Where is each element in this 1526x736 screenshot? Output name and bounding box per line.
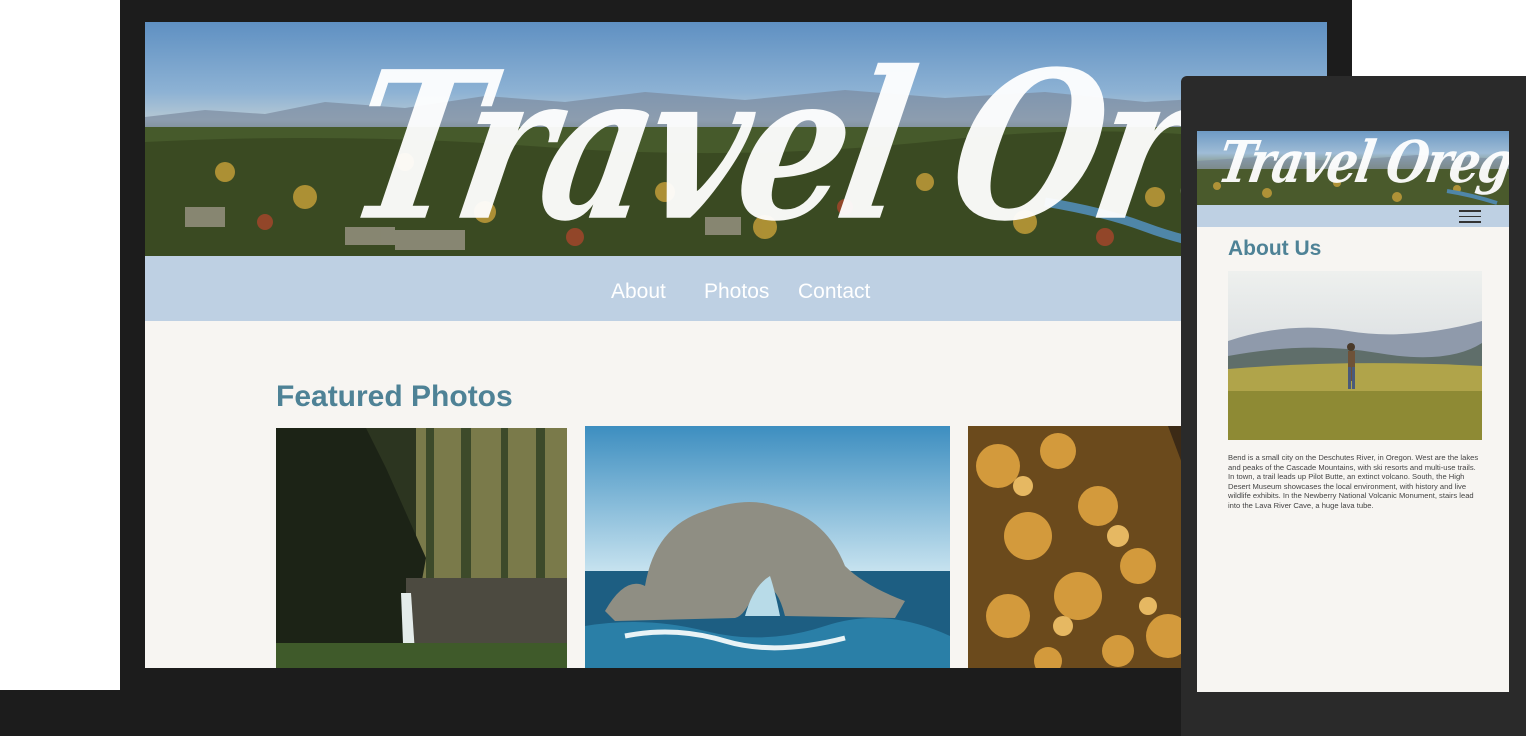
mobile-navigation <box>1197 205 1509 227</box>
featured-photos-heading: Featured Photos <box>276 380 513 413</box>
hamburger-menu-icon[interactable] <box>1459 210 1481 223</box>
about-us-description: Bend is a small city on the Deschutes Ri… <box>1228 453 1479 510</box>
desktop-screen: About Photos Contact Travel Oregon Featu… <box>145 22 1327 668</box>
mobile-hero-banner: Travel Oregon <box>1197 131 1509 205</box>
mobile-screen: Travel Oregon About Us Bend is a small c… <box>1197 131 1509 692</box>
nav-link-contact[interactable]: Contact <box>798 280 870 304</box>
nav-link-about[interactable]: About <box>611 280 666 304</box>
mobile-site-logo[interactable]: Travel Oregon <box>1213 131 1509 196</box>
waterfall-forest-photo[interactable] <box>276 428 567 668</box>
mobile-device-frame: Travel Oregon About Us Bend is a small c… <box>1181 76 1526 736</box>
sea-arch-rock-photo[interactable] <box>585 426 950 668</box>
hiker-meadow-photo[interactable] <box>1228 271 1482 440</box>
about-us-heading: About Us <box>1228 237 1322 260</box>
desktop-monitor-frame: About Photos Contact Travel Oregon Featu… <box>120 0 1352 736</box>
nav-link-photos[interactable]: Photos <box>704 280 769 304</box>
site-logo[interactable]: Travel Oregon <box>333 27 1327 267</box>
